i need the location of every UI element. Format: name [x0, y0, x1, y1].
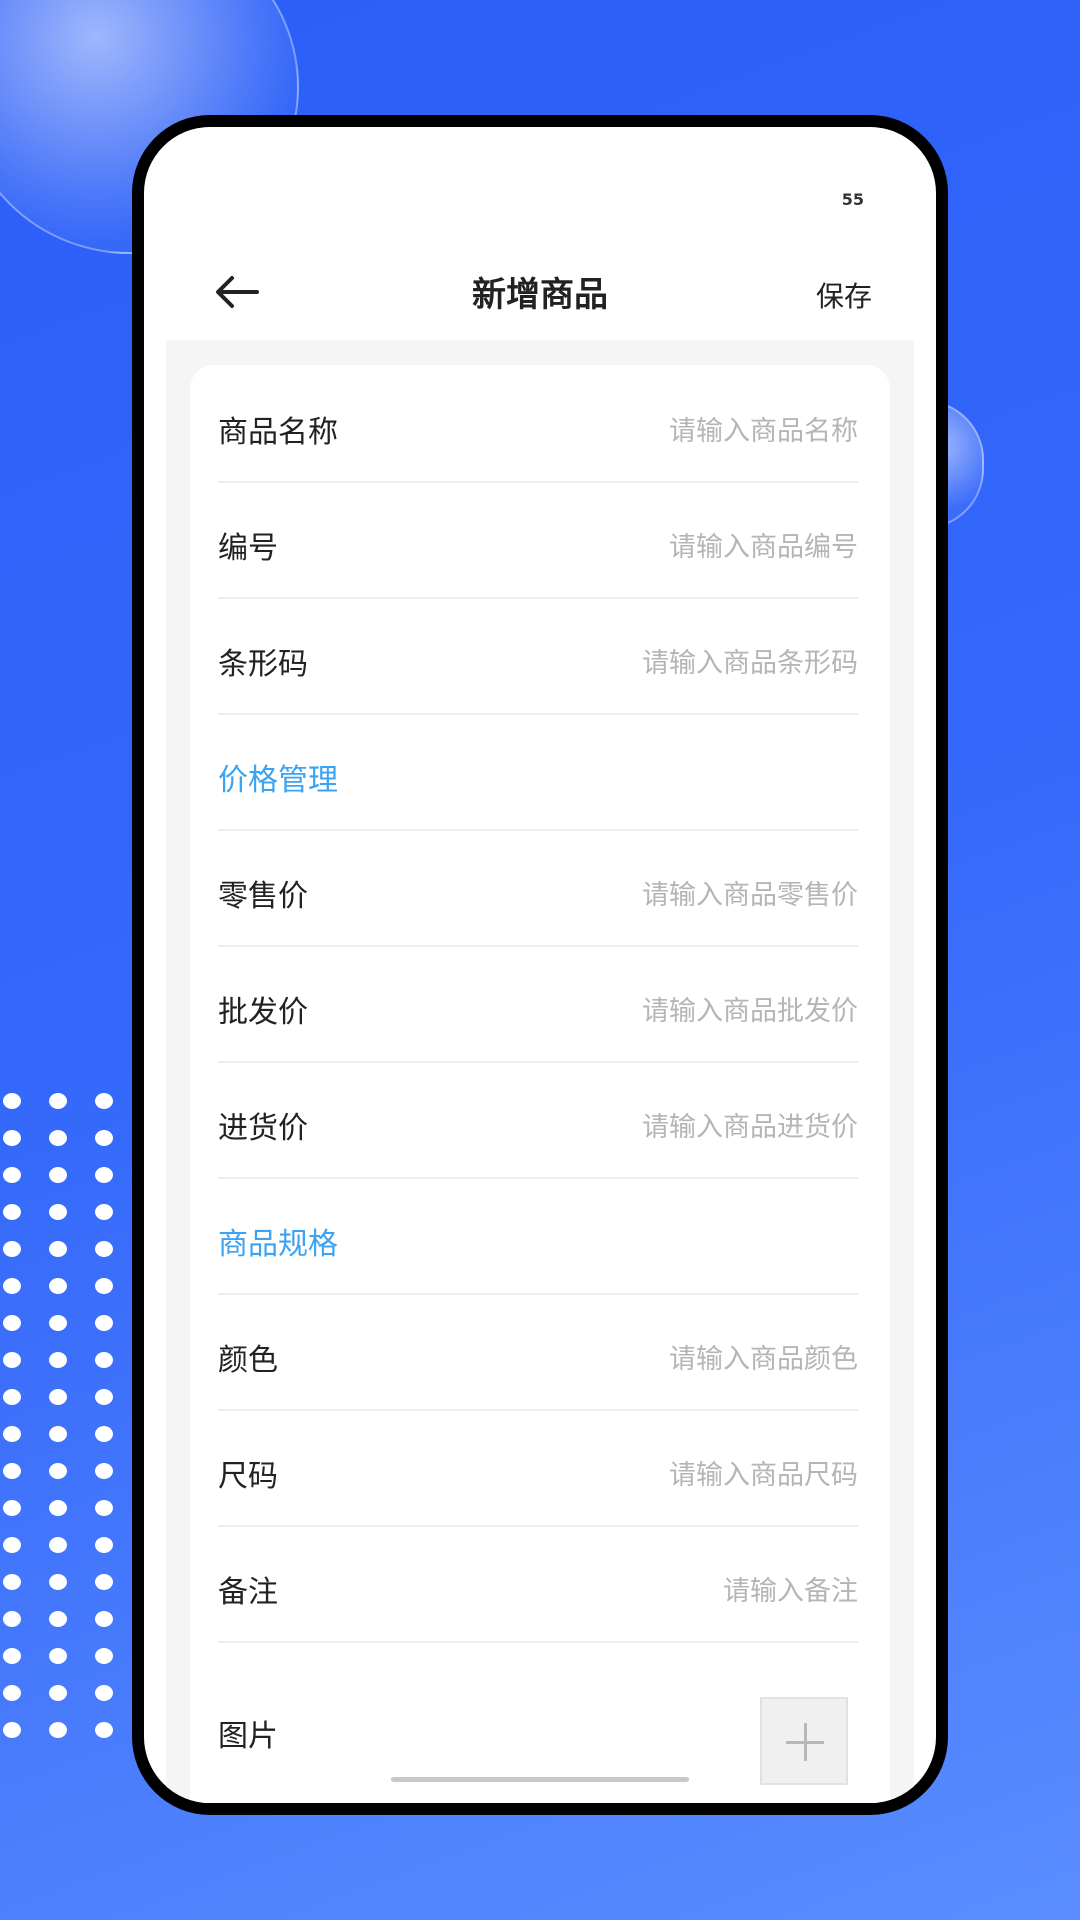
decorative-dot: [3, 1204, 21, 1220]
decorative-dot: [49, 1463, 67, 1479]
decorative-dot: [3, 1315, 21, 1331]
image-upload-row: 图片: [218, 1659, 858, 1785]
form-row: 条形码 请输入商品条形码: [218, 597, 858, 715]
decorative-dot: [95, 1389, 113, 1405]
field-label: 编号: [218, 531, 278, 566]
field-label: 备注: [218, 1575, 278, 1610]
decorative-dot: [95, 1130, 113, 1146]
decorative-dot: [3, 1722, 21, 1738]
decorative-dot: [49, 1241, 67, 1257]
decorative-dot: [49, 1315, 67, 1331]
decorative-dot: [95, 1167, 113, 1183]
decorative-dot: [3, 1389, 21, 1405]
field-input[interactable]: 请输入商品尺码: [669, 1453, 858, 1492]
field-input[interactable]: 请输入商品条形码: [642, 641, 858, 680]
form-row: 颜色 请输入商品颜色: [218, 1293, 858, 1411]
decorative-dot: [49, 1537, 67, 1553]
field-label: 颜色: [218, 1343, 278, 1378]
field-input[interactable]: 请输入商品颜色: [669, 1337, 858, 1376]
decorative-dot: [49, 1426, 67, 1442]
form-row: 进货价 请输入商品进货价: [218, 1061, 858, 1179]
decorative-dot: [3, 1574, 21, 1590]
field-input[interactable]: 请输入商品编号: [669, 525, 858, 564]
home-indicator: [391, 1777, 689, 1782]
decorative-dot: [49, 1611, 67, 1627]
decorative-dot: [95, 1278, 113, 1294]
decorative-dot: [49, 1500, 67, 1516]
decorative-dot: [95, 1352, 113, 1368]
form-row: 尺码 请输入商品尺码: [218, 1409, 858, 1527]
decorative-dot: [49, 1167, 67, 1183]
decorative-dot: [3, 1278, 21, 1294]
decorative-dot: [49, 1278, 67, 1294]
section-title: 商品规格: [218, 1227, 338, 1262]
section-header: 商品规格: [218, 1177, 858, 1295]
phone-screen: 55 新增商品 保存 备注 请输入备注 尺码 请输入商品尺码 颜色 请输入商品颜色 商品规格…: [144, 127, 936, 1803]
decorative-dot: [3, 1426, 21, 1442]
decorative-dot: [3, 1648, 21, 1664]
form-row: 批发价 请输入商品批发价: [218, 945, 858, 1063]
field-input[interactable]: 请输入商品进货价: [642, 1105, 858, 1144]
decorative-dot: [3, 1241, 21, 1257]
decorative-dot: [49, 1722, 67, 1738]
field-input[interactable]: 请输入备注: [723, 1569, 858, 1608]
decorative-dot: [3, 1500, 21, 1516]
section-title: 价格管理: [218, 763, 338, 798]
decorative-dot: [49, 1093, 67, 1109]
decorative-dot: [49, 1204, 67, 1220]
form-row: 商品名称 请输入商品名称: [218, 365, 858, 483]
field-label: 商品名称: [218, 415, 338, 450]
decorative-dot: [49, 1130, 67, 1146]
form-card: 备注 请输入备注 尺码 请输入商品尺码 颜色 请输入商品颜色 商品规格 进货价 请输入商品进货价…: [190, 365, 890, 1803]
field-label: 条形码: [218, 647, 308, 682]
image-label: 图片: [218, 1719, 278, 1754]
decorative-dot: [49, 1648, 67, 1664]
decorative-dot: [49, 1685, 67, 1701]
phone-frame: 55 新增商品 保存 备注 请输入备注 尺码 请输入商品尺码 颜色 请输入商品颜色 商品规格…: [132, 115, 948, 1815]
decorative-dot: [95, 1093, 113, 1109]
decorative-dot: [95, 1685, 113, 1701]
decorative-dot: [95, 1241, 113, 1257]
decorative-dot: [49, 1389, 67, 1405]
decorative-dot: [3, 1685, 21, 1701]
field-label: 进货价: [218, 1111, 308, 1146]
decorative-dot: [49, 1574, 67, 1590]
plus-icon[interactable]: [760, 1697, 848, 1785]
decorative-dot: [3, 1611, 21, 1627]
decorative-dot: [95, 1574, 113, 1590]
decorative-dot: [95, 1537, 113, 1553]
field-label: 零售价: [218, 879, 308, 914]
decorative-dot: [95, 1722, 113, 1738]
decorative-dot: [3, 1463, 21, 1479]
field-input[interactable]: 请输入商品零售价: [642, 873, 858, 912]
form-row: 编号 请输入商品编号: [218, 481, 858, 599]
decorative-dot: [95, 1463, 113, 1479]
decorative-dot: [95, 1500, 113, 1516]
decorative-dot-grid: [0, 1093, 120, 1753]
decorative-dot: [49, 1352, 67, 1368]
field-input[interactable]: 请输入商品批发价: [642, 989, 858, 1028]
field-label: 批发价: [218, 995, 308, 1030]
form-row: 备注 请输入备注: [218, 1525, 858, 1643]
section-header: 价格管理: [218, 713, 858, 831]
field-label: 尺码: [218, 1459, 278, 1494]
field-input[interactable]: 请输入商品名称: [669, 409, 858, 448]
decorative-dot: [95, 1611, 113, 1627]
decorative-dot: [3, 1352, 21, 1368]
decorative-dot: [3, 1167, 21, 1183]
decorative-dot: [95, 1426, 113, 1442]
decorative-dot: [3, 1537, 21, 1553]
decorative-dot: [95, 1648, 113, 1664]
decorative-dot: [3, 1093, 21, 1109]
form-row: 零售价 请输入商品零售价: [218, 829, 858, 947]
save-button[interactable]: 保存: [816, 275, 872, 315]
decorative-dot: [95, 1315, 113, 1331]
decorative-dot: [95, 1204, 113, 1220]
decorative-dot: [3, 1130, 21, 1146]
status-bar-value: 55: [841, 190, 864, 209]
